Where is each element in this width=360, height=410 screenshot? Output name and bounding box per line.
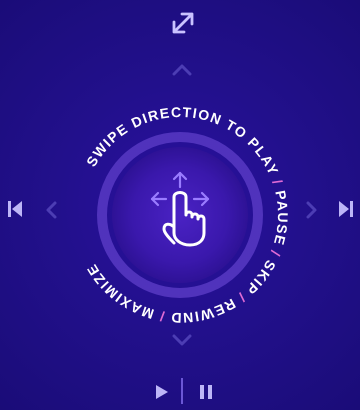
play-icon[interactable] bbox=[154, 383, 170, 401]
separator: / bbox=[267, 248, 284, 259]
separator: / bbox=[158, 308, 166, 325]
chevron-up-icon[interactable] bbox=[172, 64, 192, 76]
pause-icon[interactable] bbox=[198, 383, 214, 401]
ring-segment-skip: SKIP bbox=[243, 258, 279, 299]
skip-back-icon[interactable] bbox=[6, 199, 24, 219]
ring-segment-rewind: REWIND bbox=[170, 296, 239, 327]
gesture-ring[interactable]: SWIPE DIRECTION TO PLAY / PAUSE / SKIP /… bbox=[60, 95, 300, 335]
separator: / bbox=[269, 177, 286, 187]
chevron-right-icon[interactable] bbox=[305, 200, 319, 220]
bottom-controls bbox=[150, 378, 220, 404]
chevron-down-icon[interactable] bbox=[172, 334, 192, 346]
divider bbox=[181, 378, 183, 404]
ring-segment-pause: PAUSE bbox=[271, 189, 291, 248]
separator: / bbox=[235, 290, 249, 306]
skip-forward-icon[interactable] bbox=[337, 199, 355, 219]
maximize-icon[interactable] bbox=[168, 8, 198, 38]
chevron-left-icon[interactable] bbox=[44, 200, 58, 220]
